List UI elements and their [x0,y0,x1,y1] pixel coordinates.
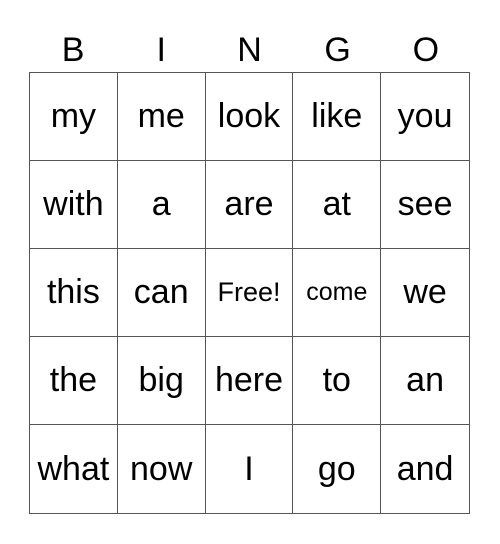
bingo-grid: my me look like you with a are at see this can Free!… [29,72,470,514]
bingo-cell[interactable]: the [30,337,118,425]
bingo-cell[interactable]: we [381,249,469,337]
bingo-cell[interactable]: see [381,161,469,249]
free-space-cell[interactable]: Free! [205,249,294,337]
bingo-cell[interactable]: this [30,249,118,337]
header-letter-o: O [412,31,440,69]
bingo-cell[interactable]: come [293,249,382,337]
bingo-cell[interactable]: here [205,337,294,425]
bingo-cell[interactable]: an [381,337,469,425]
bingo-cell[interactable]: and [381,425,469,513]
bingo-cell[interactable]: with [30,161,118,249]
bingo-cell[interactable]: can [117,249,206,337]
header-letter-n: N [237,31,262,69]
header-letter-g: G [324,31,351,69]
bingo-cell[interactable]: now [118,425,206,513]
bingo-cell[interactable]: to [293,337,382,425]
bingo-cell[interactable]: at [293,161,382,249]
header-letter-i: I [156,31,166,69]
bingo-cell[interactable]: like [293,73,382,161]
bingo-cell[interactable]: big [117,337,206,425]
bingo-cell[interactable]: my [30,73,118,161]
bingo-cell[interactable]: I [206,425,294,513]
header-letter-b: B [61,31,85,69]
bingo-cell[interactable]: are [205,161,294,249]
bingo-cell[interactable]: go [293,425,382,513]
bingo-cell[interactable]: a [117,161,206,249]
bingo-cell[interactable]: you [381,73,469,161]
bingo-header: B I N G O [29,28,470,72]
bingo-cell[interactable]: look [205,73,294,161]
bingo-cell[interactable]: what [30,425,118,513]
bingo-cell[interactable]: me [117,73,206,161]
